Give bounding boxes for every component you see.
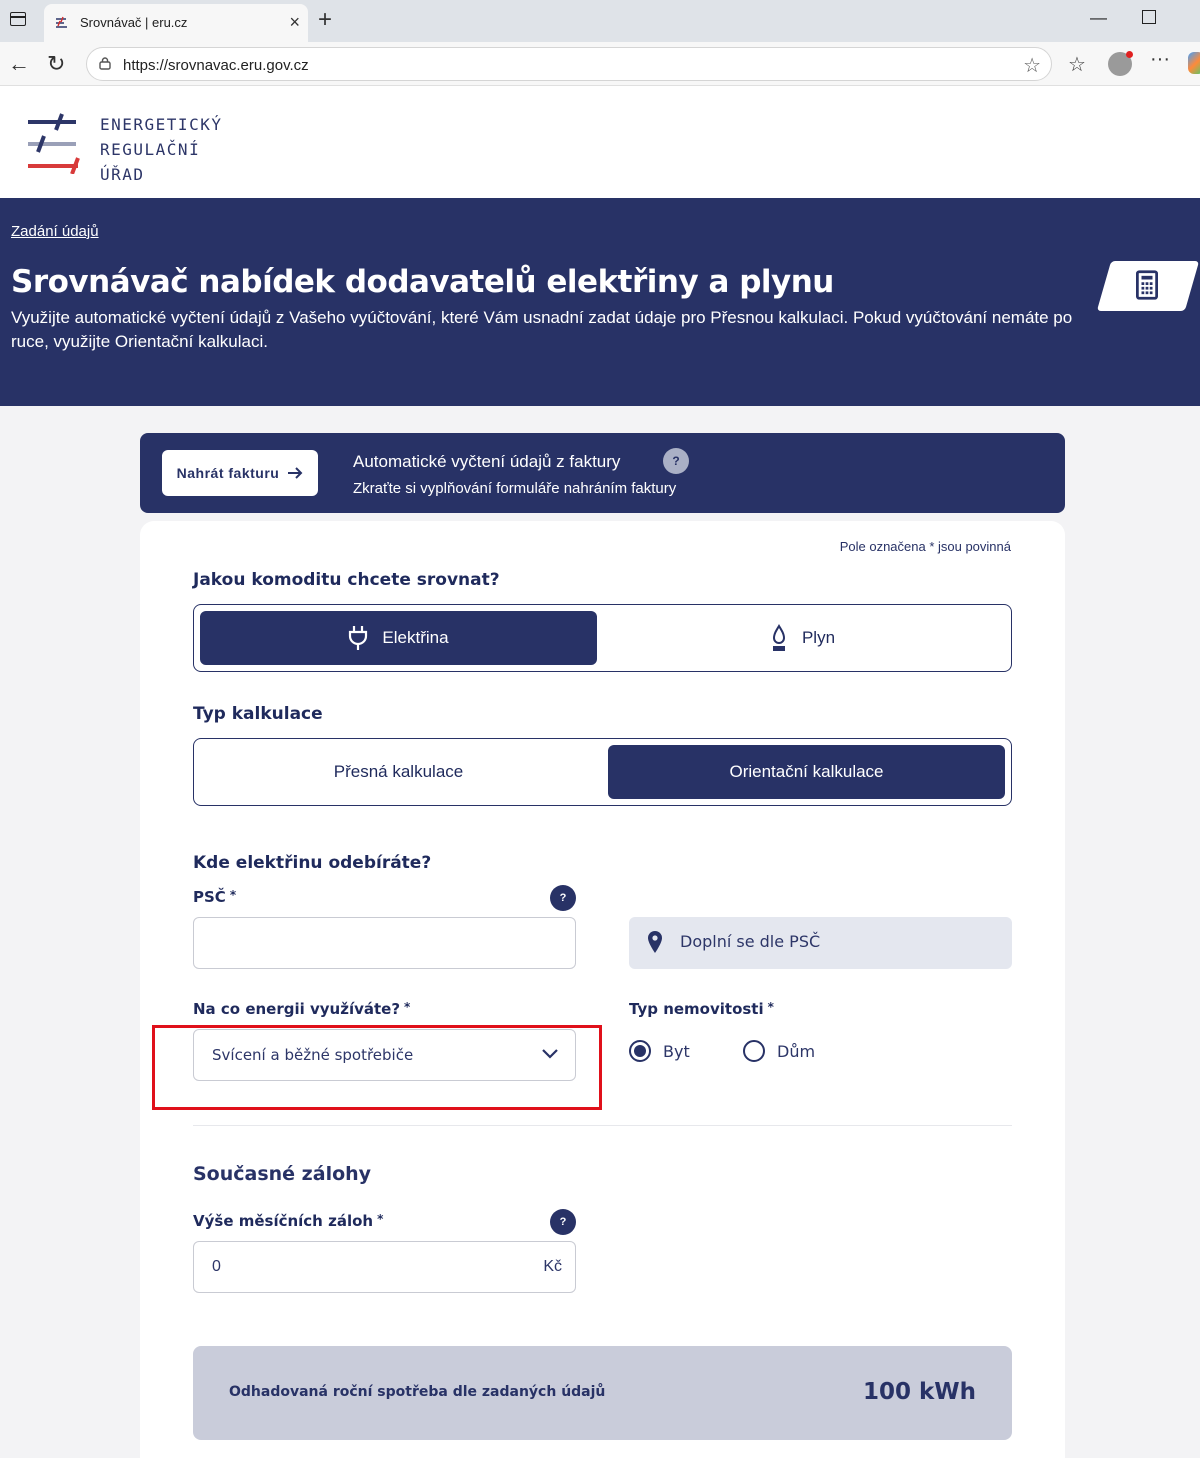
deposits-unit: Kč <box>543 1258 562 1275</box>
radio-selected-icon <box>629 1040 651 1062</box>
section-divider <box>193 1125 1012 1126</box>
commodity-option-gas[interactable]: Plyn <box>604 611 1001 665</box>
back-icon[interactable]: ← <box>8 51 30 77</box>
refresh-icon[interactable]: ↻ <box>47 51 65 77</box>
minimize-icon[interactable]: — <box>1090 8 1107 28</box>
consumption-estimate-box: Odhadovaná roční spotřeba dle zadaných ú… <box>193 1346 1012 1440</box>
lock-icon <box>99 57 111 70</box>
property-option-house-label: Dům <box>777 1041 816 1061</box>
new-tab-icon[interactable]: + <box>318 6 332 34</box>
favorite-star-icon[interactable]: ☆ <box>1023 53 1041 78</box>
deposits-input[interactable]: 0 Kč <box>193 1241 576 1293</box>
favorites-icon[interactable]: ☆ <box>1068 52 1086 77</box>
logo-wordmark: ENERGETICKÝ REGULAČNÍ ÚŘAD <box>100 112 222 187</box>
window-menu-icon[interactable] <box>10 12 26 26</box>
psc-input[interactable] <box>193 917 576 969</box>
site-favicon-icon <box>56 16 67 28</box>
site-header: ENERGETICKÝ REGULAČNÍ ÚŘAD <box>0 86 1200 198</box>
deposits-input-value: 0 <box>212 1258 221 1275</box>
breadcrumb-link[interactable]: Zadání údajů <box>11 223 99 240</box>
deposits-label-text: Výše měsíčních záloh <box>193 1212 374 1230</box>
required-fields-note: Pole označena * jsou povinná <box>839 539 1011 554</box>
usage-label: Na co energii využíváte? * <box>193 1000 410 1018</box>
browser-tab-bar: Srovnávač | eru.cz × + — <box>0 0 1200 42</box>
calculator-icon <box>1136 270 1158 300</box>
psc-label-text: PSČ <box>193 888 226 906</box>
eru-logo-icon[interactable] <box>26 110 80 174</box>
upload-title: Automatické vyčtení údajů z faktury <box>353 452 621 471</box>
logo-line-2: REGULAČNÍ <box>100 140 201 159</box>
estimate-label: Odhadovaná roční spotřeba dle zadaných ú… <box>229 1384 606 1400</box>
highlight-box <box>152 1025 602 1110</box>
invoice-upload-bar: Nahrát fakturu Automatické vyčtení údajů… <box>140 433 1065 513</box>
required-mark: * <box>767 1000 774 1014</box>
plug-icon <box>349 626 368 650</box>
required-mark: * <box>404 1000 411 1014</box>
tab-close-icon[interactable]: × <box>289 12 300 33</box>
psc-help-button[interactable]: ? <box>550 885 576 911</box>
calc-option-orientational[interactable]: Orientační kalkulace <box>608 745 1005 799</box>
logo-line-1: ENERGETICKÝ <box>100 115 223 134</box>
property-option-apartment[interactable]: Byt <box>629 1040 690 1062</box>
upload-help-button[interactable]: ? <box>663 448 689 474</box>
gas-flame-icon <box>772 624 785 651</box>
commodity-label-gas: Plyn <box>801 628 836 647</box>
deposits-help-button[interactable]: ? <box>550 1209 576 1235</box>
calc-type-toggle: Přesná kalkulace Orientační kalkulace <box>193 738 1012 806</box>
radio-unselected-icon <box>743 1040 765 1062</box>
maximize-icon[interactable] <box>1142 10 1156 24</box>
psc-label: PSČ * <box>193 888 236 906</box>
commodity-toggle: Elektřina Plyn <box>193 604 1012 672</box>
deposits-label: Výše měsíčních záloh * <box>193 1212 383 1230</box>
commodity-title: Jakou komoditu chcete srovnat? <box>193 570 500 590</box>
page-title: Srovnávač nabídek dodavatelů elektřiny a… <box>11 264 834 300</box>
browser-tab[interactable]: Srovnávač | eru.cz × <box>44 4 308 42</box>
url-field[interactable]: https://srovnavac.eru.gov.cz ☆ <box>86 47 1052 81</box>
property-option-apartment-label: Byt <box>663 1041 690 1061</box>
arrow-right-icon <box>288 467 303 479</box>
deposits-title: Současné zálohy <box>193 1163 372 1185</box>
property-type-label: Typ nemovitosti * <box>629 1000 774 1018</box>
location-title: Kde elektřinu odebíráte? <box>193 853 432 873</box>
more-icon[interactable]: ··· <box>1150 48 1170 71</box>
commodity-option-electricity[interactable]: Elektřina <box>200 611 597 665</box>
property-type-label-text: Typ nemovitosti <box>629 1000 764 1018</box>
copilot-icon[interactable] <box>1188 52 1200 74</box>
commodity-label-electricity: Elektřina <box>382 628 449 647</box>
upload-invoice-button[interactable]: Nahrát fakturu <box>162 450 318 496</box>
upload-subtitle: Zkraťte si vyplňování formuláře nahráním… <box>353 480 677 497</box>
browser-address-bar: ← ↻ https://srovnavac.eru.gov.cz ☆ ☆ ··· <box>0 42 1200 86</box>
form-card: Pole označena * jsou povinná Jakou komod… <box>140 521 1065 1458</box>
region-autofill-box: Doplní se dle PSČ <box>629 917 1012 969</box>
property-option-house[interactable]: Dům <box>743 1040 815 1062</box>
url-text: https://srovnavac.eru.gov.cz <box>123 57 309 74</box>
region-autofill-text: Doplní se dle PSČ <box>680 932 821 951</box>
required-mark: * <box>377 1212 384 1226</box>
hero-banner: Zadání údajů Srovnávač nabídek dodavatel… <box>0 198 1200 406</box>
notification-dot <box>1126 51 1133 58</box>
page-description: Využijte automatické vyčtení údajů z Vaš… <box>11 308 1073 351</box>
required-mark: * <box>229 888 237 902</box>
upload-button-label: Nahrát fakturu <box>176 465 280 481</box>
estimate-value: 100 kWh <box>862 1379 976 1405</box>
logo-line-3: ÚŘAD <box>100 165 145 184</box>
location-pin-icon <box>648 931 662 953</box>
usage-label-text: Na co energii využíváte? <box>193 1000 401 1018</box>
calc-option-precise[interactable]: Přesná kalkulace <box>200 745 597 799</box>
calc-type-title: Typ kalkulace <box>193 704 323 724</box>
tab-title: Srovnávač | eru.cz <box>80 15 188 30</box>
